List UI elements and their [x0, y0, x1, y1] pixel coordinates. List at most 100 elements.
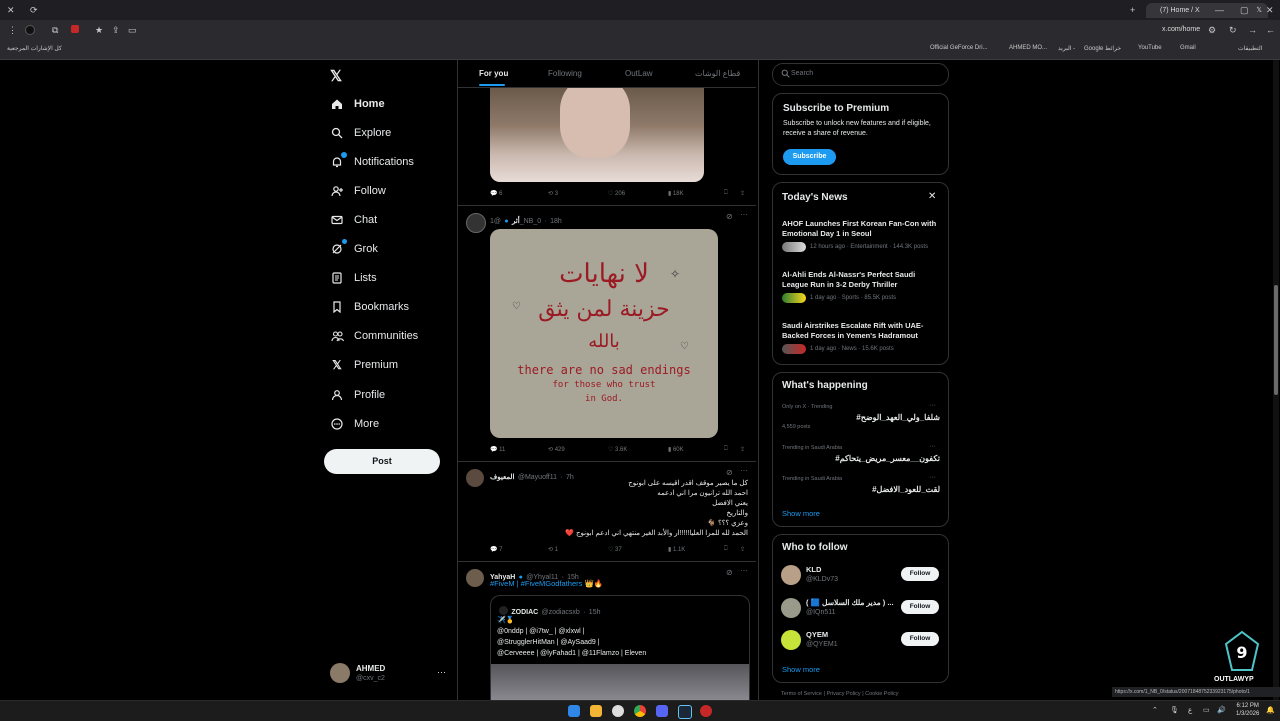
share-icon[interactable]: ⇪	[112, 24, 120, 36]
nav-follow[interactable]: Follow	[330, 179, 386, 203]
bookmark-star-icon[interactable]: ★	[95, 24, 103, 36]
nav-grok[interactable]: Grok	[330, 237, 378, 261]
nav-lists[interactable]: Lists	[330, 266, 377, 290]
extension-icon[interactable]	[71, 25, 79, 33]
post-text[interactable]: #FiveM | #FiveMGodfathers 👑🔥	[490, 579, 603, 588]
more-dots-icon[interactable]: ···	[929, 402, 936, 409]
wtf-name[interactable]: QYEM	[806, 630, 828, 639]
views-count[interactable]: ▮ 60K	[668, 446, 684, 453]
chrome-icon[interactable]	[634, 705, 646, 717]
avatar[interactable]	[466, 569, 484, 587]
scrollbar[interactable]	[1273, 60, 1279, 700]
forward-icon[interactable]: →	[1248, 24, 1257, 36]
repost-button[interactable]: ⟲ 3	[548, 190, 558, 197]
profile-icon[interactable]	[25, 25, 35, 35]
tab-community[interactable]: قطاع الوشات	[695, 69, 740, 78]
repost-button[interactable]: ⟲ 1	[548, 546, 558, 553]
address-bar[interactable]: x.com/home	[1162, 26, 1200, 33]
post-button[interactable]: Post	[324, 449, 440, 474]
show-more-link[interactable]: Show more	[782, 665, 820, 674]
bookmark-icon[interactable]: ⎕	[724, 190, 728, 197]
more-dots-icon[interactable]: ···	[929, 474, 936, 481]
notification-bell-icon[interactable]: 🔔	[1266, 706, 1275, 714]
trend-tag[interactable]: #لقت_للعود_الافضل	[872, 485, 940, 494]
close-icon[interactable]: ✕	[7, 4, 15, 16]
more-dots-icon[interactable]: ···	[740, 466, 748, 475]
more-dots-icon[interactable]: ···	[740, 566, 748, 575]
share-icon[interactable]: ⇪	[740, 446, 745, 453]
nav-home[interactable]: Home	[330, 92, 385, 116]
search-box[interactable]: Search	[772, 63, 949, 86]
avatar[interactable]	[781, 598, 801, 618]
discord-icon[interactable]	[656, 705, 668, 717]
more-dots-icon[interactable]: ···	[929, 443, 936, 450]
start-icon[interactable]	[568, 705, 580, 717]
tab-outlaw[interactable]: OutLaw	[625, 69, 653, 78]
like-button[interactable]: ♡ 206	[608, 190, 625, 197]
tab-for-you[interactable]: For you	[479, 69, 508, 78]
scrollbar-thumb[interactable]	[1274, 285, 1278, 395]
like-button[interactable]: ♡ 3.6K	[608, 446, 627, 453]
nav-notifications[interactable]: Notifications	[330, 150, 414, 174]
nav-chat[interactable]: Chat	[330, 208, 377, 232]
extensions-icon[interactable]: ⧉	[52, 24, 58, 36]
search-input[interactable]: Search	[791, 70, 813, 77]
repost-button[interactable]: ⟲ 429	[548, 446, 565, 453]
wtf-name[interactable]: KLD	[806, 565, 821, 574]
like-button[interactable]: ♡ 37	[608, 546, 622, 553]
bookmark[interactable]: التطبيقات	[1238, 45, 1262, 52]
new-tab-icon[interactable]: +	[1130, 4, 1135, 16]
menu-dots-icon[interactable]: ⋮	[8, 24, 17, 36]
bookmark-icon[interactable]: ⎕	[724, 546, 728, 553]
bookmark[interactable]: Official GeForce Dri...	[930, 45, 988, 51]
follow-button[interactable]: Follow	[901, 632, 939, 646]
grok-icon[interactable]: ⊘	[726, 568, 733, 577]
follow-button[interactable]: Follow	[901, 567, 939, 581]
show-more-link[interactable]: Show more	[782, 509, 820, 518]
file-explorer-icon[interactable]	[590, 705, 602, 717]
nav-profile[interactable]: Profile	[330, 383, 385, 407]
share-icon[interactable]: ⇪	[740, 190, 745, 197]
follow-button[interactable]: Follow	[901, 600, 939, 614]
bookmark[interactable]: YouTube	[1138, 45, 1162, 51]
tab-home[interactable]: (7) Home / X 𝕏	[1146, 3, 1268, 18]
cast-icon[interactable]: ▭	[128, 24, 137, 36]
site-settings-icon[interactable]: ⚙	[1208, 24, 1216, 36]
volume-icon[interactable]: 🔊	[1217, 706, 1226, 714]
quoted-post[interactable]: ZODIAC @zodiacsxb · 15h ✈️🥇 @0nddp | @i7…	[490, 595, 750, 701]
nav-premium[interactable]: 𝕏 Premium	[330, 353, 398, 377]
x-logo-icon[interactable]: 𝕏	[330, 67, 342, 85]
post-image[interactable]	[490, 88, 704, 182]
back-icon[interactable]: ←	[1266, 24, 1275, 36]
close-icon[interactable]: ✕	[928, 191, 936, 202]
tab-following[interactable]: Following	[548, 69, 582, 78]
reload-small-icon[interactable]: ⟳	[30, 4, 38, 16]
news-item-title[interactable]: Al-Ahli Ends Al-Nassr's Perfect Saudi Le…	[782, 270, 942, 290]
avatar[interactable]	[466, 469, 484, 487]
account-name[interactable]: AHMED	[356, 664, 385, 673]
grok-icon[interactable]: ⊘	[726, 468, 733, 477]
trend-tag[interactable]: #شلفا_ولي_العهد_الوضح	[856, 413, 940, 422]
user-name[interactable]: أثر	[512, 218, 520, 225]
app-icon[interactable]	[700, 705, 712, 717]
more-dots-icon[interactable]: ···	[437, 667, 446, 677]
nav-explore[interactable]: Explore	[330, 121, 391, 145]
avatar[interactable]	[466, 213, 486, 233]
news-item-title[interactable]: AHOF Launches First Korean Fan-Con with …	[782, 219, 942, 239]
tray-chevron-icon[interactable]: ⌃	[1152, 706, 1158, 714]
wtf-name[interactable]: ( 🟦 مدير ملك السلاسل ) ...	[806, 598, 894, 607]
maximize-icon[interactable]: ▢	[1240, 4, 1249, 16]
news-item-title[interactable]: Saudi Airstrikes Escalate Rift with UAE-…	[782, 321, 942, 341]
trend-tag[interactable]: #تكفون__معسر_مريض_يتحاكم	[835, 454, 940, 463]
more-dots-icon[interactable]: ···	[740, 210, 748, 219]
share-icon[interactable]: ⇪	[740, 546, 745, 553]
reply-button[interactable]: 💬 11	[490, 446, 505, 453]
nav-communities[interactable]: Communities	[330, 324, 418, 348]
post-image[interactable]: لا نهايات حزينة لمن يثق بالله there are …	[490, 229, 718, 438]
mic-icon[interactable]: 🎙	[1170, 706, 1179, 714]
reply-button[interactable]: 💬 6	[490, 190, 502, 197]
language-icon[interactable]: ع	[1188, 706, 1192, 714]
all-bookmarks[interactable]: كل الإشارات المرجعية	[7, 45, 62, 52]
window-close-icon[interactable]: ✕	[1266, 4, 1274, 16]
avatar[interactable]	[330, 663, 350, 683]
